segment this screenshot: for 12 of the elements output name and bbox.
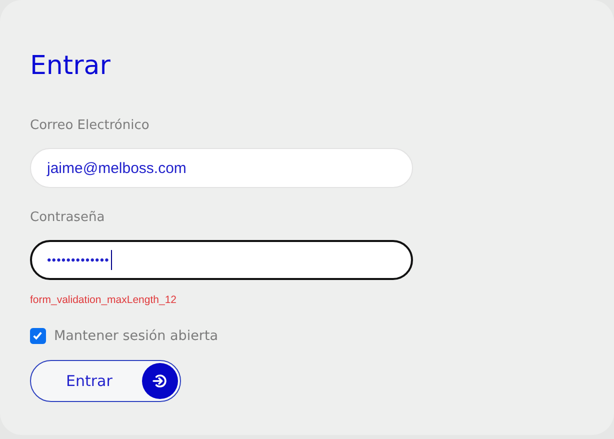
field-label: Correo Electrónico (30, 118, 150, 134)
checkbox-label: Mantener sesión abierta (54, 328, 218, 344)
checkbox[interactable] (30, 328, 46, 344)
checkmark-icon (31, 329, 44, 342)
input-field[interactable]: jaime@melboss.com (30, 148, 413, 188)
input-field[interactable]: ••••••••••••• (30, 240, 413, 280)
submit-button[interactable]: Entrar (30, 360, 181, 402)
form-title: Entrar (30, 50, 112, 83)
field-label: Contraseña (30, 210, 106, 226)
text-cursor (111, 250, 112, 270)
login-icon (142, 363, 178, 399)
error-message: form_validation_maxLength_12 (30, 294, 178, 306)
